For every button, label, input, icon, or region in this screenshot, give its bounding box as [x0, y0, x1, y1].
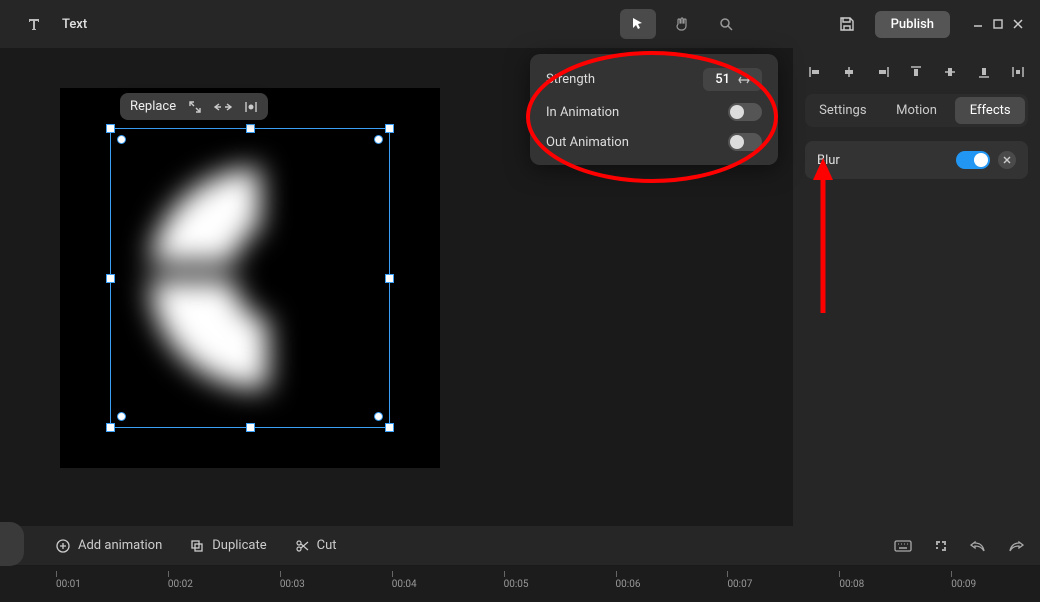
plus-circle-icon — [56, 539, 70, 553]
rotate-handle[interactable] — [117, 412, 126, 421]
align-center-v-icon[interactable] — [942, 64, 958, 80]
expand-icon[interactable] — [188, 100, 202, 114]
duplicate-button[interactable]: Duplicate — [190, 538, 266, 553]
resize-handle[interactable] — [106, 274, 115, 283]
minimize-icon[interactable] — [972, 18, 984, 30]
hand-tool[interactable] — [664, 9, 700, 39]
effect-blur-row: Blur — [805, 141, 1028, 179]
timeline-tick: 00:01 — [56, 579, 81, 590]
timeline-ruler[interactable]: 00:01 00:02 00:03 00:04 00:05 00:06 00:07 00:08… — [0, 566, 1040, 602]
timeline-tick: 00:05 — [504, 579, 529, 590]
duplicate-icon — [190, 539, 204, 553]
timeline-tick: 00:09 — [951, 579, 976, 590]
scrub-icon — [738, 75, 750, 85]
keyboard-icon[interactable] — [894, 539, 912, 553]
timeline-tick: 00:02 — [168, 579, 193, 590]
timeline-tick: 00:07 — [727, 579, 752, 590]
cut-label: Cut — [317, 538, 337, 553]
align-right-icon[interactable] — [875, 64, 891, 80]
rotate-handle[interactable] — [374, 135, 383, 144]
strength-label: Strength — [546, 72, 595, 87]
in-animation-label: In Animation — [546, 105, 619, 120]
cursor-tool[interactable] — [620, 9, 656, 39]
play-button[interactable] — [0, 522, 24, 566]
timeline-tick: 00:03 — [280, 579, 305, 590]
rotate-handle[interactable] — [117, 135, 126, 144]
fit-icon[interactable] — [934, 539, 948, 553]
search-tool[interactable] — [708, 9, 744, 39]
tab-settings[interactable]: Settings — [808, 97, 878, 124]
text-tool-icon[interactable] — [16, 9, 52, 39]
align-center-h-icon[interactable] — [841, 64, 857, 80]
distribute-icon[interactable] — [1010, 64, 1026, 80]
resize-handle[interactable] — [385, 423, 394, 432]
resize-handle[interactable] — [246, 423, 255, 432]
effect-settings-popover: Strength 51 In Animation Out Animation — [530, 54, 778, 165]
duplicate-label: Duplicate — [212, 538, 266, 553]
close-icon[interactable] — [1012, 18, 1024, 30]
align-bottom-icon[interactable] — [976, 64, 992, 80]
effect-toggle[interactable] — [956, 151, 990, 169]
right-panel: Settings Motion Effects Blur — [792, 48, 1040, 526]
redo-icon[interactable] — [1008, 539, 1024, 553]
footer: Add animation Duplicate Cut 00:0100:0200… — [0, 526, 1040, 602]
resize-handle[interactable] — [385, 274, 394, 283]
align-left-icon[interactable] — [807, 64, 823, 80]
timeline-tick: 00:04 — [392, 579, 417, 590]
tab-effects[interactable]: Effects — [955, 97, 1025, 124]
tool-label: Text — [62, 17, 87, 32]
add-animation-button[interactable]: Add animation — [56, 538, 162, 553]
timeline-tick: 00:06 — [616, 579, 641, 590]
undo-icon[interactable] — [970, 539, 986, 553]
publish-button[interactable]: Publish — [875, 11, 950, 38]
align-icon[interactable] — [244, 100, 258, 114]
save-icon[interactable] — [829, 9, 865, 39]
flip-horizontal-icon[interactable] — [214, 101, 232, 113]
tab-motion[interactable]: Motion — [882, 97, 952, 124]
resize-handle[interactable] — [106, 124, 115, 133]
panel-tabs: Settings Motion Effects — [805, 94, 1028, 127]
strength-value: 51 — [715, 72, 730, 87]
strength-value-input[interactable]: 51 — [703, 68, 762, 91]
topbar: Text Publish — [0, 0, 1040, 48]
out-animation-label: Out Animation — [546, 135, 629, 150]
scissors-icon — [295, 539, 309, 553]
selection-box[interactable] — [110, 128, 390, 428]
maximize-icon[interactable] — [992, 18, 1004, 30]
canvas-frame[interactable] — [60, 88, 440, 468]
cut-button[interactable]: Cut — [295, 538, 337, 553]
resize-handle[interactable] — [385, 124, 394, 133]
in-animation-toggle[interactable] — [728, 103, 762, 121]
out-animation-toggle[interactable] — [728, 133, 762, 151]
align-top-icon[interactable] — [908, 64, 924, 80]
timeline-tick: 00:08 — [839, 579, 864, 590]
effect-label: Blur — [817, 153, 840, 168]
replace-button[interactable]: Replace — [130, 99, 176, 114]
resize-handle[interactable] — [106, 423, 115, 432]
alignment-row — [805, 64, 1028, 94]
rotate-handle[interactable] — [374, 412, 383, 421]
add-animation-label: Add animation — [78, 538, 162, 553]
resize-handle[interactable] — [246, 124, 255, 133]
effect-remove-button[interactable] — [998, 151, 1016, 169]
selection-toolbar: Replace — [120, 93, 268, 120]
